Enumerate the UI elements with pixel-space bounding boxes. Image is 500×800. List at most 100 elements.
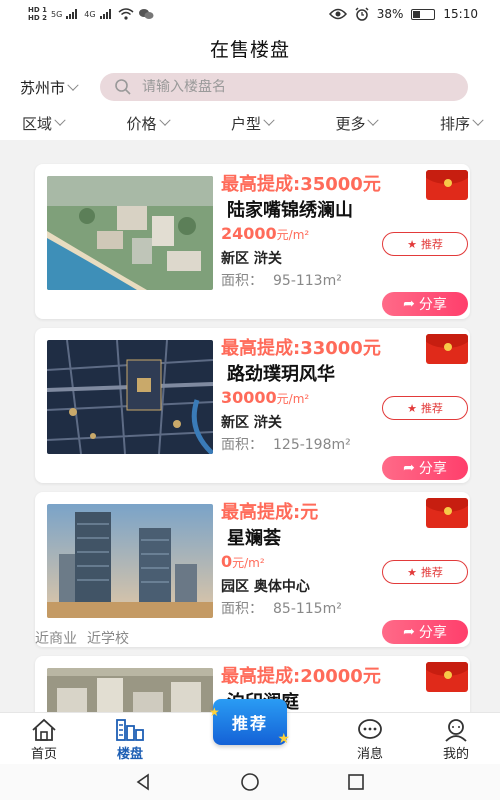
recommend-tab-button[interactable]: ★ 推荐 ★ xyxy=(209,699,290,747)
signal-icon xyxy=(99,9,111,19)
property-photo xyxy=(47,176,213,290)
property-price: 24000元/m² xyxy=(221,224,309,243)
chevron-down-icon xyxy=(54,114,66,126)
tab-buildings[interactable]: 楼盘 xyxy=(100,717,160,762)
price-unit: 元/m² xyxy=(232,556,265,570)
share-button[interactable]: ➦ 分享 xyxy=(382,292,468,316)
recommend-button[interactable]: ★ 推荐 xyxy=(382,560,468,584)
red-envelope-icon[interactable] xyxy=(426,334,468,364)
property-name: 陆家嘴锦绣澜山 xyxy=(227,200,353,221)
tab-home[interactable]: 首页 xyxy=(14,717,74,762)
star-icon: ★ xyxy=(277,731,292,747)
city-label: 苏州市 xyxy=(20,79,66,97)
property-price: 30000元/m² xyxy=(221,388,309,407)
recommend-label: 推荐 xyxy=(420,566,443,579)
tab-label: 消息 xyxy=(356,747,383,762)
filter-layout[interactable]: 户型 xyxy=(231,113,275,134)
property-list: 最高提成:35000元 陆家嘴锦绣澜山 24000元/m² 新区 浒关 面积： 9… xyxy=(0,140,500,712)
property-card[interactable]: 最高提成:元 星斓荟 0元/m² 园区 奥体中心 面积： 85-115m² 近商业… xyxy=(35,492,470,647)
filter-bar: 区域 价格 户型 更多 排序 xyxy=(0,106,500,140)
share-icon: ➦ xyxy=(403,460,415,476)
filter-more[interactable]: 更多 xyxy=(335,113,380,134)
property-area: 新区 浒关 xyxy=(221,415,282,431)
tab-messages[interactable]: 消息 xyxy=(340,717,400,762)
red-envelope-icon[interactable] xyxy=(426,498,468,528)
filter-region[interactable]: 区域 xyxy=(22,113,66,134)
status-bar: HD 1 HD 2 5G 4G 38% 15:10 xyxy=(0,0,500,30)
property-photo xyxy=(47,668,213,712)
recommend-button[interactable]: ★ 推荐 xyxy=(382,396,468,420)
app-header: 在售楼盘 xyxy=(0,30,500,70)
page-title: 在售楼盘 xyxy=(209,39,290,61)
share-button[interactable]: ➦ 分享 xyxy=(382,456,468,480)
battery-level xyxy=(413,10,421,18)
city-selector[interactable]: 苏州市 xyxy=(20,77,79,98)
user-icon xyxy=(445,719,467,742)
sim1-badge: HD 1 xyxy=(28,6,47,14)
home-nav-icon[interactable] xyxy=(240,772,260,792)
property-size: 面积： 85-115m² xyxy=(221,598,342,618)
recommend-label: 推荐 xyxy=(420,238,443,251)
price-value: 30000 xyxy=(221,388,277,407)
share-icon: ➦ xyxy=(403,624,415,640)
property-area: 园区 奥体中心 xyxy=(221,579,310,595)
filter-label: 价格 xyxy=(126,114,157,133)
search-input[interactable] xyxy=(142,79,442,95)
signal-indicators: HD 1 HD 2 5G 4G xyxy=(28,6,154,22)
battery-icon xyxy=(411,8,436,20)
recommend-label: 推荐 xyxy=(420,402,443,415)
size-value: 85-115m² xyxy=(273,601,342,617)
hd-badges: HD 1 HD 2 xyxy=(28,6,47,22)
wechat-icon xyxy=(138,9,154,19)
search-bar[interactable] xyxy=(100,73,468,101)
tab-label: 楼盘 xyxy=(116,747,143,762)
tab-mine[interactable]: 我的 xyxy=(426,717,486,762)
battery-percent: 38% xyxy=(376,7,404,21)
back-icon[interactable] xyxy=(134,772,152,792)
search-icon xyxy=(115,79,131,95)
system-indicators: 38% 15:10 xyxy=(328,7,478,21)
share-label: 分享 xyxy=(418,297,447,313)
chevron-down-icon xyxy=(67,79,79,91)
buildings-icon xyxy=(116,719,144,741)
property-size: 面积： 125-198m² xyxy=(221,434,351,454)
recommend-button[interactable]: ★ 推荐 xyxy=(382,232,468,256)
chevron-down-icon xyxy=(472,114,484,126)
alarm-icon xyxy=(355,7,369,21)
price-unit: 元/m² xyxy=(276,228,310,242)
property-card[interactable]: 最高提成:35000元 陆家嘴锦绣澜山 24000元/m² 新区 浒关 面积： 9… xyxy=(35,164,470,319)
commission-label: 最高提成:元 xyxy=(221,502,319,523)
property-card[interactable]: 最高提成:33000元 路劲璞玥风华 30000元/m² 新区 浒关 面积： 12… xyxy=(35,328,470,483)
home-icon xyxy=(32,718,56,741)
tag: 近商业 xyxy=(35,631,77,647)
filter-sort[interactable]: 排序 xyxy=(440,113,484,134)
commission-label: 最高提成:20000元 xyxy=(221,666,381,687)
size-label: 面积： xyxy=(221,273,263,289)
star-icon: ★ xyxy=(407,237,417,251)
share-label: 分享 xyxy=(418,461,447,477)
red-envelope-icon[interactable] xyxy=(426,170,468,200)
property-area: 新区 浒关 xyxy=(221,251,282,267)
signal-icon xyxy=(66,9,78,19)
filter-price[interactable]: 价格 xyxy=(126,113,171,134)
star-icon: ★ xyxy=(209,705,222,719)
property-photo xyxy=(47,504,213,618)
property-name: 路劲璞玥风华 xyxy=(227,364,335,385)
star-icon: ★ xyxy=(407,565,417,579)
clock: 15:10 xyxy=(443,7,478,21)
share-button[interactable]: ➦ 分享 xyxy=(382,620,468,644)
size-value: 95-113m² xyxy=(273,273,342,289)
bottom-tab-bar: 首页 楼盘 ★ 推荐 ★ 消息 我的 xyxy=(0,699,500,764)
eye-icon xyxy=(328,8,347,20)
red-envelope-icon[interactable] xyxy=(426,662,468,692)
chevron-down-icon xyxy=(367,114,380,126)
recents-icon[interactable] xyxy=(346,772,366,792)
share-icon: ➦ xyxy=(403,296,415,312)
filter-label: 更多 xyxy=(335,114,366,133)
commission-label: 最高提成:35000元 xyxy=(221,174,381,195)
sim2-badge: HD 2 xyxy=(28,14,47,22)
message-icon xyxy=(358,719,382,739)
search-row: 苏州市 xyxy=(0,70,500,106)
wifi-icon xyxy=(118,8,134,20)
price-unit: 元/m² xyxy=(276,392,310,406)
